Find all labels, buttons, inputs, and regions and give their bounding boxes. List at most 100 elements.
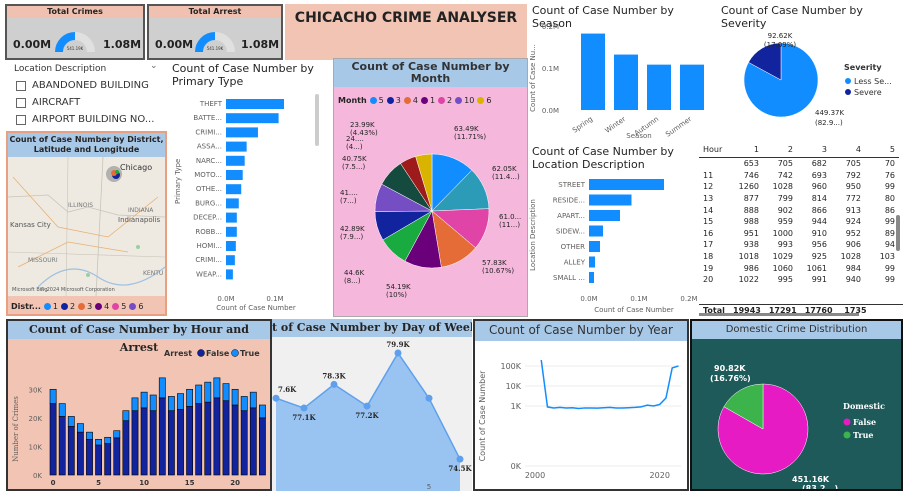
tick-label: DECEP... [193, 214, 222, 222]
legend-dot [403, 97, 411, 104]
chevron-down-icon[interactable]: ⌄ [150, 61, 158, 71]
checkbox[interactable] [16, 80, 26, 91]
slicer-item[interactable]: AIRCRAFT [16, 94, 165, 111]
map-legend: Distr... 1 2 3 4 5 6 [11, 302, 143, 311]
legend-dot [420, 97, 428, 104]
legend-dot [197, 349, 205, 357]
table-cell: 11 [703, 170, 714, 180]
legend-item[interactable]: 1 [420, 96, 435, 105]
tick-label: Spring [571, 115, 594, 135]
legend-label: 5 [378, 96, 384, 105]
table-row: 12 1260 1028 960 950 99 [699, 181, 899, 193]
bar [186, 388, 193, 407]
data-label: 90.82K [714, 364, 746, 373]
chart-title: Count of Case Number by Location Descrip… [532, 145, 674, 171]
hour-arrest-chart[interactable]: Count of Case Number by Hour and Arrest … [6, 319, 272, 491]
bar [589, 272, 594, 283]
year-chart[interactable]: Count of Case Number by Year Count of Ca… [473, 319, 689, 491]
hour-matrix[interactable]: Hour 1 2 3 4 5 653 705 682 705 70 11 746 742 693 792 76… [699, 143, 903, 318]
tick-label: STREET [558, 181, 585, 189]
data-label: (82.9...) [815, 119, 843, 127]
bar [680, 64, 704, 110]
legend-title: Arrest [164, 349, 192, 358]
legend-item[interactable]: 5 [112, 302, 126, 311]
legend-item[interactable]: 1 [43, 302, 58, 311]
bar [149, 410, 157, 476]
legend-item[interactable]: 5 [369, 96, 384, 105]
scrollbar[interactable] [896, 215, 900, 251]
tick-label: 2020 [650, 471, 670, 480]
chart-title: Count of Case Number by Year [475, 321, 687, 341]
data-point [363, 402, 371, 410]
matrix-header[interactable]: 5 [865, 143, 899, 158]
data-label: 449.37K [815, 109, 844, 117]
tick-label: 0.2M [680, 295, 697, 303]
district-map[interactable]: Count of Case Number by District, Latitu… [6, 131, 167, 316]
scrollbar[interactable] [699, 313, 859, 316]
data-label: (11.4...) [492, 173, 520, 181]
bar [204, 381, 212, 403]
legend-item[interactable]: 10 [455, 96, 474, 105]
map-canvas[interactable]: Chicago ILLINOIS INDIANA Indianapolis Ka… [8, 157, 165, 296]
matrix-header[interactable]: 4 [831, 143, 865, 158]
slicer-item[interactable]: AIRPORT BUILDING NO... [16, 111, 165, 128]
legend-item[interactable]: 2 [438, 96, 452, 105]
day-week-chart[interactable]: t of Case Number by Day of Week 7.6K 77.1… [272, 319, 472, 491]
location-slicer[interactable]: Location Description ⌄ ABANDONED BUILDIN… [10, 60, 165, 130]
table-cell: 99 [884, 275, 895, 285]
bar [240, 396, 248, 412]
slicer-item[interactable]: ABANDONED BUILDING [16, 77, 165, 94]
checkbox[interactable] [16, 114, 26, 125]
location-chart[interactable]: Count of Case Number by Location Descrip… [529, 143, 699, 318]
table-cell: 988 [743, 217, 759, 227]
legend-label: 4 [412, 96, 418, 105]
kpi-min: 0.00M [13, 38, 52, 51]
gauge-center: 541.19K [67, 46, 84, 51]
bar [140, 391, 148, 409]
legend-label: Severe [854, 88, 882, 97]
severity-chart[interactable]: Count of Case Number by Severity 92.62K(… [718, 2, 903, 142]
tick-label: 10K [29, 443, 43, 451]
matrix-header[interactable]: 1 [729, 143, 763, 158]
matrix-header[interactable]: 2 [763, 143, 797, 158]
domestic-chart[interactable]: Domestic Crime Distribution 90.82K (16.76… [690, 319, 903, 491]
data-label: (17.09%) [764, 41, 796, 49]
legend-item[interactable]: 3 [78, 302, 92, 311]
table-cell: 94 [884, 240, 895, 250]
legend-item[interactable]: 6 [129, 302, 143, 311]
legend-item[interactable]: 3 [386, 96, 401, 105]
bar [226, 184, 242, 195]
legend-title: Month [338, 96, 367, 105]
table-cell: 18 [703, 252, 714, 262]
matrix-header[interactable]: Hour [699, 143, 729, 158]
table-cell: 925 [811, 252, 827, 262]
bar [226, 155, 245, 166]
bar [204, 401, 212, 476]
bar [67, 426, 75, 476]
table-cell: 959 [777, 217, 793, 227]
legend-item[interactable]: 4 [95, 302, 109, 311]
slicer-item-label: ABANDONED BUILDING [32, 80, 149, 91]
chart-title: Count of Case Number by Month [334, 59, 527, 87]
bar [149, 394, 157, 412]
table-cell: 877 [743, 194, 759, 204]
legend-item[interactable]: 6 [477, 96, 491, 105]
checkbox[interactable] [16, 97, 26, 108]
matrix-header[interactable]: 3 [797, 143, 831, 158]
primary-type-chart[interactable]: Count of Case Number by Primary Type Pri… [168, 60, 330, 315]
season-chart[interactable]: Count of Case Number by Season Count of … [529, 2, 715, 142]
bar [231, 404, 239, 476]
bar [158, 377, 166, 399]
month-pie-chart[interactable]: Count of Case Number by Month Month 5341… [333, 58, 528, 317]
tick-label: 10K [506, 382, 522, 391]
data-label: 451.16K [792, 475, 830, 484]
legend-label: 6 [138, 302, 144, 311]
table-cell: 1061 [806, 263, 827, 273]
tick-label: 0K [33, 472, 42, 480]
table-cell: 1000 [772, 228, 793, 238]
legend-title: Domestic [843, 401, 885, 411]
table-cell: 906 [845, 240, 861, 250]
legend-item[interactable]: 2 [60, 302, 75, 311]
legend-label: True [240, 349, 260, 358]
legend-item[interactable]: 4 [403, 96, 418, 105]
